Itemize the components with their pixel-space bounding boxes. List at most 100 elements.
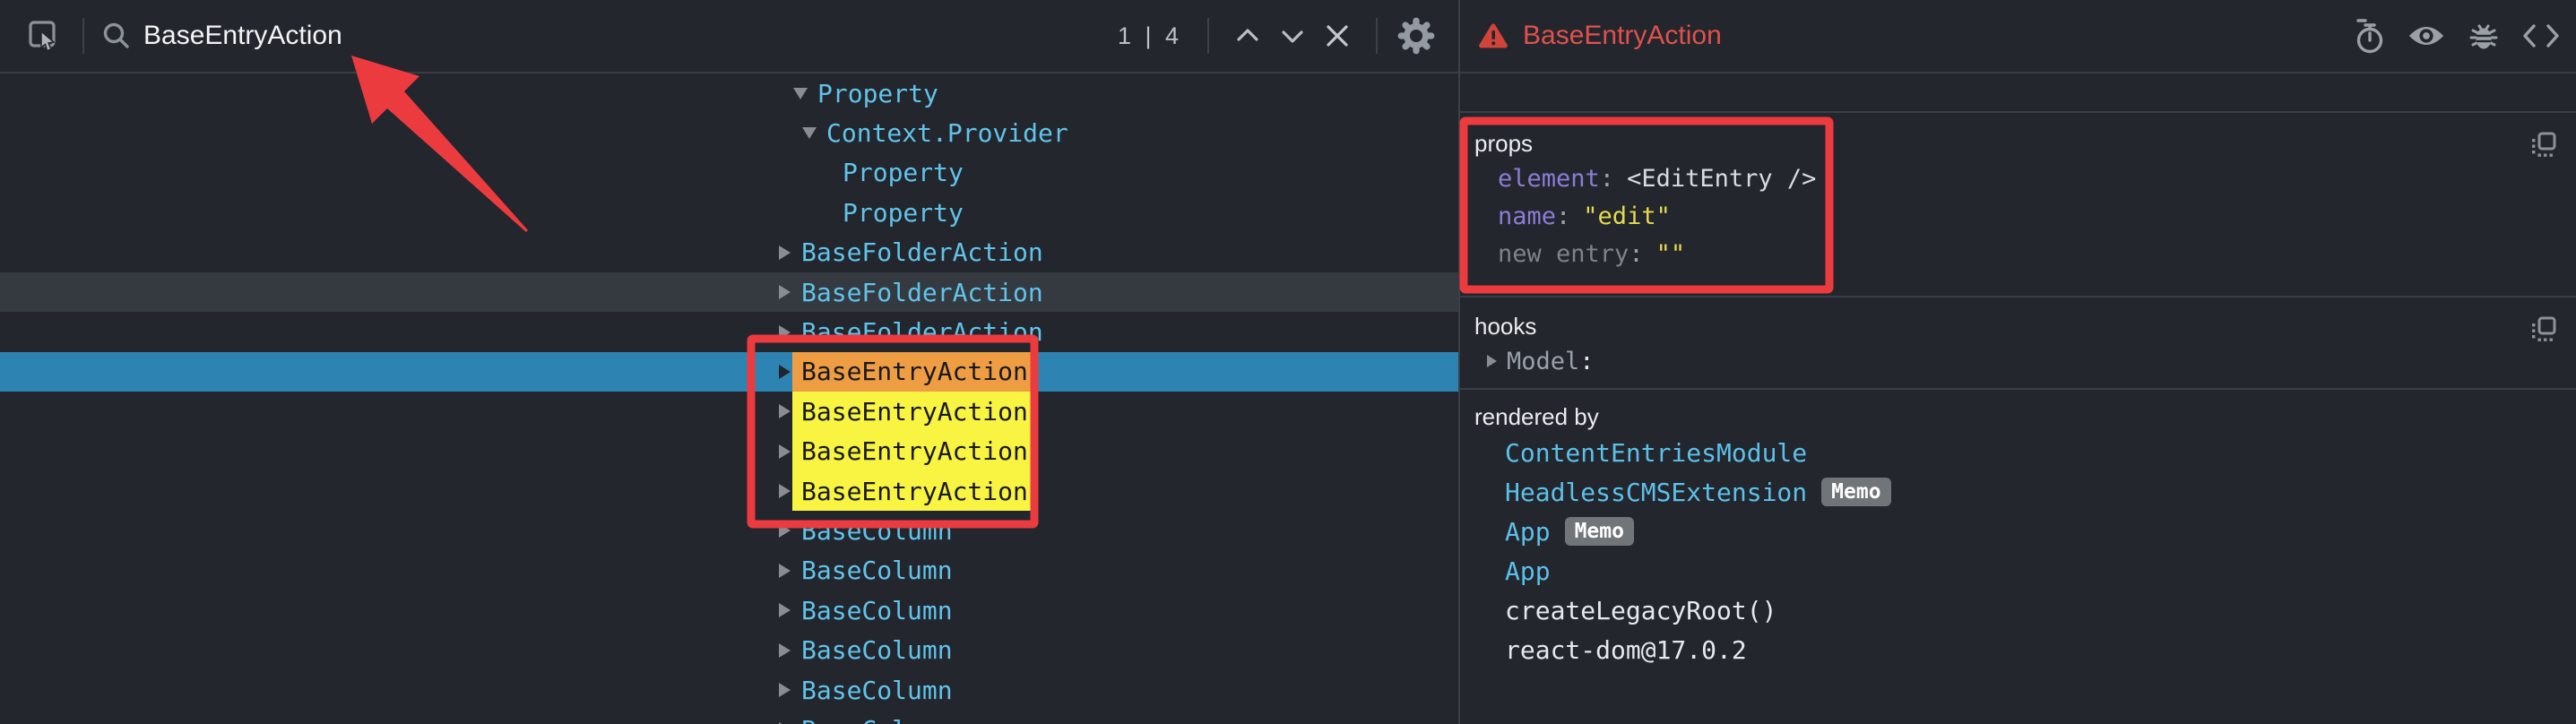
component-name: BaseEntryAction (792, 471, 1037, 511)
log-to-console-button[interactable] (2461, 13, 2506, 58)
chevron-down-icon (1279, 26, 1306, 46)
expand-arrow-closed-icon[interactable] (771, 564, 798, 578)
react-devtools-components-panel: 1 | 4 (0, 0, 2576, 724)
expand-arrow-closed-icon[interactable] (771, 683, 798, 697)
inspected-element-actions (2347, 13, 2563, 58)
component-name: Property (843, 158, 964, 187)
owner-link[interactable]: HeadlessCMSExtension (1505, 478, 1807, 507)
stopwatch-icon (2351, 17, 2387, 55)
tree-row-property[interactable]: Property (0, 73, 1458, 113)
component-name: BaseColumn (801, 556, 953, 585)
prop-value[interactable]: "edit" (1583, 203, 1671, 230)
rendered-by-list: ContentEntriesModule HeadlessCMSExtension… (1474, 433, 2576, 669)
toolbar-divider (1207, 18, 1209, 54)
props-list: element:<EditEntry /> name: "edit" new entr… (1474, 159, 2576, 272)
copy-hooks-button[interactable] (2526, 312, 2562, 348)
code-brackets-icon (2522, 23, 2560, 48)
rendered-by-row: ContentEntriesModule (1474, 433, 2576, 472)
component-name: BaseEntryAction (792, 352, 1037, 392)
hook-row-model[interactable]: Model: (1474, 342, 2576, 380)
prop-value[interactable]: "" (1656, 240, 1686, 268)
component-name: BaseFolderAction (801, 317, 1043, 347)
hook-name: Model (1507, 348, 1579, 375)
tree-row-baseentryaction[interactable]: BaseEntryAction (0, 392, 1458, 431)
inspect-dom-element-button[interactable] (2404, 13, 2449, 58)
copy-props-button[interactable] (2526, 127, 2562, 163)
tree-row-basecolumn[interactable]: BaseColumn (0, 670, 1458, 710)
header-sub-strip (1460, 73, 2576, 113)
clear-search-button[interactable] (1315, 13, 1360, 58)
component-name: Context.Provider (826, 118, 1068, 148)
settings-button[interactable] (1394, 13, 1439, 58)
hooks-section: hooks Model: (1460, 297, 2576, 390)
owner-label: createLegacyRoot() (1505, 596, 1776, 625)
tree-row-basefolderaction[interactable]: BaseFolderAction (0, 233, 1458, 272)
component-tree-panel: 1 | 4 (0, 0, 1460, 724)
component-name: BaseFolderAction (801, 278, 1043, 307)
expand-arrow-closed-icon[interactable] (771, 603, 798, 617)
prop-separator: : (1629, 240, 1643, 268)
search-input[interactable] (143, 21, 1109, 51)
expand-arrow-closed-icon[interactable] (771, 285, 798, 299)
tree-row-baseentryaction[interactable]: BaseEntryAction (0, 471, 1458, 511)
owner-link[interactable]: ContentEntriesModule (1505, 438, 1807, 468)
inspect-element-button[interactable] (22, 13, 66, 58)
component-name: BaseColumn (801, 635, 953, 665)
tree-row-baseentryaction[interactable]: BaseEntryAction (0, 352, 1458, 392)
chevron-up-icon (1234, 26, 1261, 46)
warning-triangle-icon (1478, 22, 1508, 49)
owner-link[interactable]: App (1505, 517, 1551, 547)
expand-arrow-closed-icon[interactable] (771, 523, 798, 538)
hooks-section-title: hooks (1474, 310, 2576, 342)
rendered-by-section: rendered by ContentEntriesModule Headless… (1460, 390, 2576, 724)
tree-row-basecolumn[interactable]: BaseColumn (0, 630, 1458, 669)
component-name: Property (817, 79, 938, 108)
tree-row-baseentryaction[interactable]: BaseEntryAction (0, 432, 1458, 471)
expand-arrow-closed-icon[interactable] (771, 246, 798, 260)
props-section: props element:<EditEntry /> name: "edit" ne… (1460, 113, 2576, 297)
expand-arrow-closed-icon[interactable] (771, 325, 798, 340)
expand-arrow-closed-icon[interactable] (1476, 355, 1507, 367)
expand-arrow-closed-icon[interactable] (771, 643, 798, 658)
component-name: BaseEntryAction (792, 392, 1037, 431)
toolbar-divider (1376, 18, 1378, 54)
rendered-by-row: App (1474, 551, 2576, 590)
memo-badge: Memo (1565, 517, 1634, 546)
rendered-by-row: react-dom@17.0.2 (1474, 630, 2576, 669)
expand-arrow-open-icon[interactable] (787, 88, 814, 99)
tree-row-property[interactable]: Property (0, 193, 1458, 232)
inspected-component-title: BaseEntryAction (1523, 21, 1722, 51)
prop-row: element:<EditEntry /> (1474, 159, 2576, 197)
suspend-component-button[interactable] (2347, 13, 2391, 58)
tree-row-basecolumn[interactable]: BaseColumn (0, 551, 1458, 590)
search-results-count: 1 | 4 (1118, 22, 1182, 50)
expand-arrow-open-icon[interactable] (796, 127, 823, 139)
next-match-button[interactable] (1270, 13, 1315, 58)
close-icon (1325, 23, 1350, 48)
tree-row-basefolderaction[interactable]: BaseFolderAction (0, 272, 1458, 312)
rendered-by-row: App Memo (1474, 512, 2576, 551)
eye-icon (2407, 23, 2445, 48)
component-name: BaseEntryAction (792, 432, 1037, 471)
prop-key: name (1498, 203, 1556, 230)
rendered-by-row: createLegacyRoot() (1474, 590, 2576, 630)
owner-label: react-dom@17.0.2 (1505, 635, 1747, 665)
owner-link[interactable]: App (1505, 556, 1551, 586)
copy-icon (2530, 316, 2557, 343)
tree-row-basecolumn[interactable]: BaseColumn (0, 590, 1458, 630)
prop-key: new entry (1498, 240, 1629, 268)
previous-match-button[interactable] (1225, 13, 1270, 58)
rendered-by-section-title: rendered by (1474, 401, 2576, 433)
component-name: BaseColumn (801, 596, 953, 625)
tree-row-basecolumn[interactable]: BaseColumn (0, 710, 1458, 724)
prop-row: new entry: "" (1474, 235, 2576, 272)
tree-row-context-provider[interactable]: Context.Provider (0, 113, 1458, 152)
view-source-button[interactable] (2519, 13, 2563, 58)
props-section-title: props (1474, 127, 2576, 159)
component-name: BaseColumn (801, 676, 953, 705)
inspected-element-header: BaseEntryAction (1460, 0, 2576, 73)
tree-row-property[interactable]: Property (0, 153, 1458, 193)
inspected-element-panel: BaseEntryAction (1460, 0, 2576, 724)
tree-row-basefolderaction[interactable]: BaseFolderAction (0, 312, 1458, 351)
tree-row-basecolumn[interactable]: BaseColumn (0, 511, 1458, 550)
